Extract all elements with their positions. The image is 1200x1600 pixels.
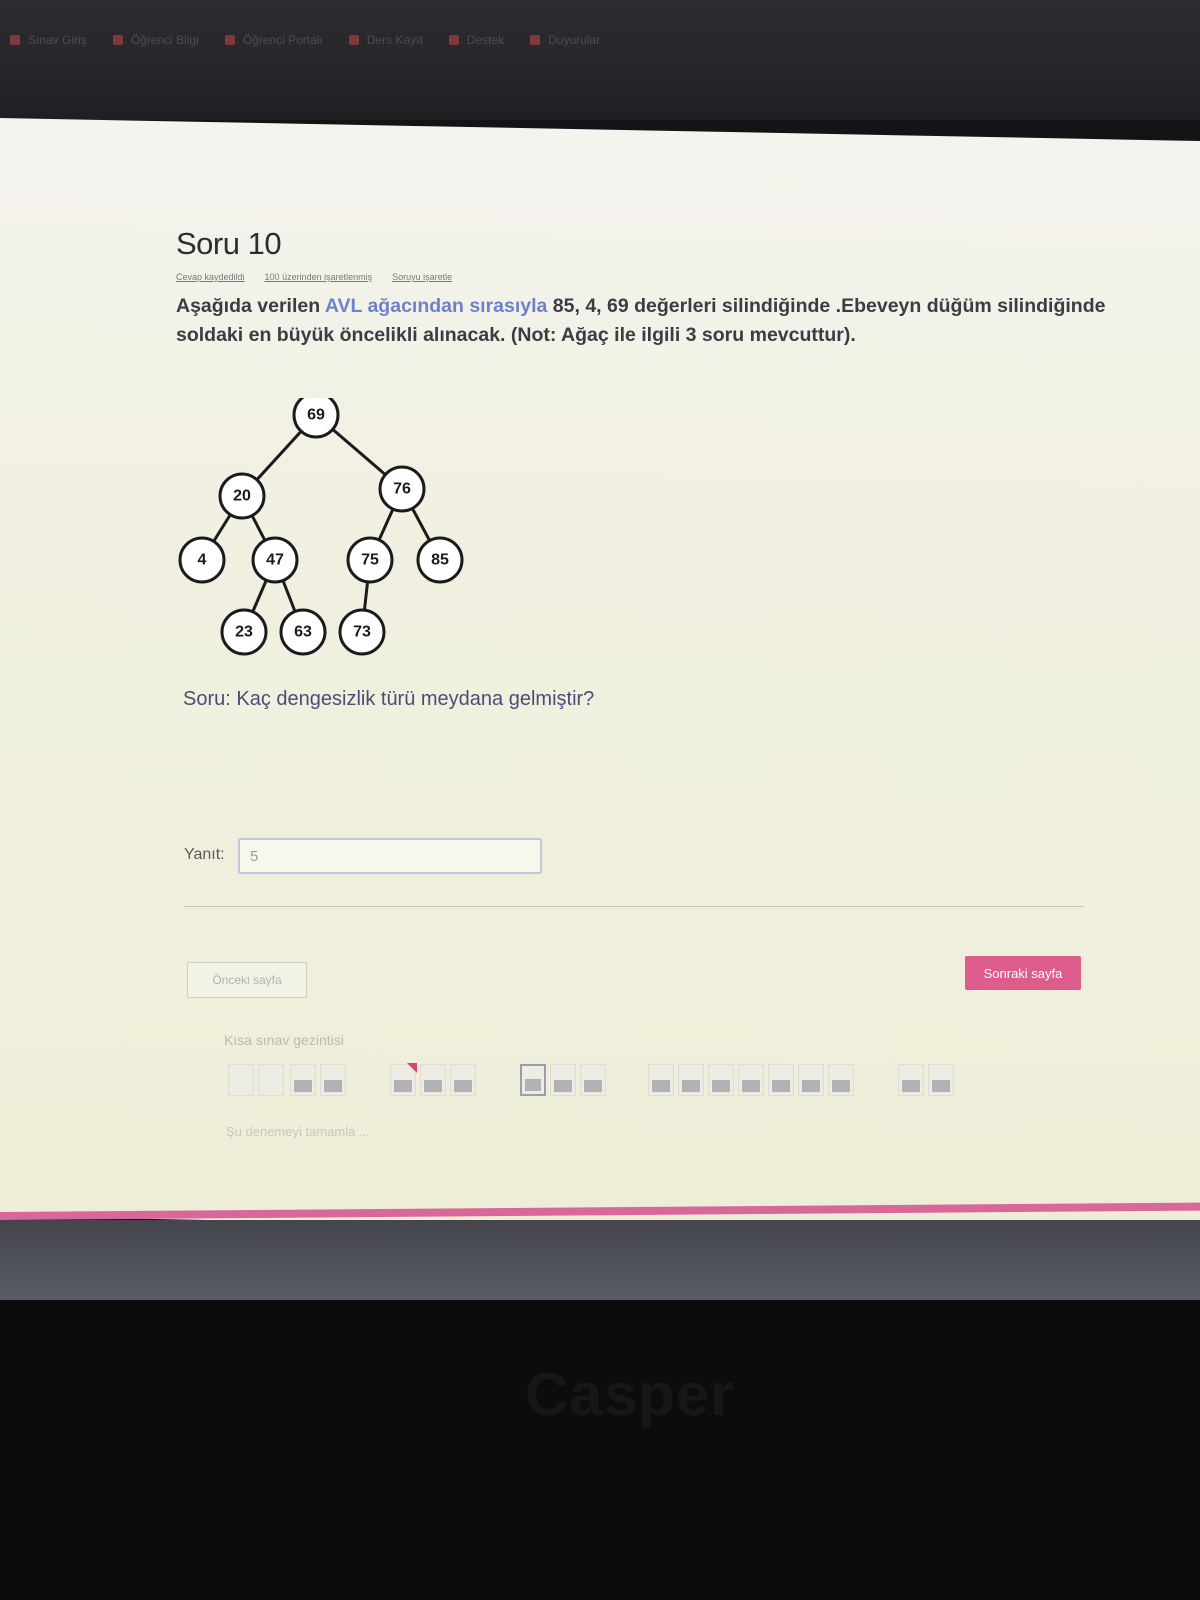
svg-text:47: 47 (266, 552, 284, 569)
nav-question-box[interactable] (390, 1063, 417, 1096)
svg-text:75: 75 (361, 552, 379, 569)
tree-node-20: 20 (218, 472, 266, 520)
taskbar-area (0, 1220, 1200, 1300)
answered-indicator (324, 1080, 342, 1092)
flag-icon (407, 1063, 417, 1073)
nav-question-box[interactable] (550, 1064, 576, 1096)
answered-indicator (932, 1080, 950, 1092)
nav-question-box[interactable] (450, 1064, 476, 1096)
bookmark-icon (448, 35, 459, 45)
bookmarks-bar: Sınav Giriş Öğrenci Bilgi Öğrenci Portal… (0, 22, 1200, 58)
svg-text:76: 76 (393, 481, 411, 498)
tree-node-75: 75 (346, 536, 394, 584)
answered-indicator (525, 1079, 541, 1091)
question-text: Aşağıda verilen AVL ağacından sırasıyla … (176, 295, 1106, 347)
laptop-brand-logo: Casper (525, 1361, 735, 1428)
answered-indicator (554, 1080, 572, 1092)
answered-indicator (424, 1080, 442, 1092)
nav-question-box[interactable] (828, 1064, 854, 1096)
question-meta: Cevap kaydedildi 100 üzerinden işaretlen… (176, 272, 1106, 282)
finish-attempt-link[interactable]: Şu denemeyi tamamla ... (226, 1124, 370, 1139)
tree-node-47: 47 (251, 536, 299, 584)
avl-tree-diagram: 69 20 76 4 47 75 85 23 63 73 (176, 391, 476, 670)
nav-question-box[interactable] (420, 1064, 446, 1096)
svg-text:63: 63 (294, 624, 312, 641)
svg-text:4: 4 (198, 552, 207, 569)
answered-indicator (652, 1080, 670, 1092)
answered-indicator (832, 1080, 850, 1092)
answered-indicator (454, 1080, 472, 1092)
avl-tree-svg: 69 20 76 4 47 75 85 23 63 73 (178, 391, 464, 656)
next-page-button[interactable]: Sonraki sayfa (965, 956, 1081, 990)
tree-node-85: 85 (416, 536, 464, 584)
sub-question: Soru: Kaç dengesizlik türü meydana gelmi… (183, 688, 595, 710)
answered-indicator (584, 1080, 602, 1092)
answered-indicator (394, 1080, 412, 1092)
previous-page-button[interactable]: Önceki sayfa (187, 962, 307, 998)
nav-question-box[interactable] (928, 1064, 954, 1096)
bookmark-item[interactable]: Duyurular (530, 33, 600, 47)
svg-text:69: 69 (307, 407, 325, 424)
tree-node-69: 69 (292, 391, 340, 439)
question-content: Soru 10 Cevap kaydedildi 100 üzerinden i… (176, 226, 1106, 351)
nav-question-box[interactable] (580, 1064, 606, 1096)
tree-node-23: 23 (220, 608, 268, 656)
bookmark-item[interactable]: Öğrenci Portalı (224, 33, 323, 47)
nav-question-box[interactable] (228, 1064, 254, 1096)
svg-text:85: 85 (431, 552, 449, 569)
bookmark-item[interactable]: Sınav Giriş (10, 33, 87, 47)
answered-indicator (772, 1080, 790, 1092)
nav-question-box[interactable] (898, 1064, 924, 1096)
nav-question-box[interactable] (798, 1064, 824, 1096)
bookmark-icon (348, 35, 359, 45)
nav-question-box-current[interactable] (520, 1064, 546, 1096)
nav-question-box[interactable] (678, 1064, 704, 1096)
answered-indicator (902, 1080, 920, 1092)
nav-question-box[interactable] (320, 1064, 346, 1096)
svg-text:23: 23 (235, 624, 253, 641)
tree-node-4: 4 (178, 536, 226, 584)
laptop-bezel (0, 1300, 1200, 1600)
svg-text:73: 73 (353, 624, 371, 641)
answered-indicator (712, 1080, 730, 1092)
quiz-navigation-title: Kısa sınav gezintisi (224, 1032, 344, 1048)
flag-question-link[interactable]: Soruyu işaretle (392, 272, 452, 282)
nav-question-box[interactable] (738, 1064, 764, 1096)
question-title: Soru 10 (176, 226, 282, 261)
svg-text:20: 20 (233, 488, 251, 505)
bookmark-item[interactable]: Öğrenci Bilgi (112, 33, 199, 47)
meta-answer-saved: Cevap kaydedildi (176, 272, 245, 282)
answer-label: Yanıt: (184, 846, 225, 863)
answer-input[interactable] (238, 838, 542, 874)
nav-question-box[interactable] (258, 1064, 284, 1096)
nav-question-box[interactable] (648, 1064, 674, 1096)
answered-indicator (682, 1080, 700, 1092)
meta-points: 100 üzerinden işaretlenmiş (264, 272, 373, 282)
browser-toolbar: Sınav Giriş Öğrenci Bilgi Öğrenci Portal… (0, 0, 1200, 120)
nav-question-box[interactable] (708, 1064, 734, 1096)
answered-indicator (294, 1080, 312, 1092)
bookmark-item[interactable]: Destek (448, 33, 504, 47)
bookmark-item[interactable]: Ders Kayıt (348, 33, 423, 47)
tree-node-76: 76 (378, 465, 426, 513)
nav-question-box[interactable] (290, 1064, 316, 1096)
bookmark-icon (112, 35, 123, 45)
bookmark-icon (530, 35, 541, 45)
answered-indicator (742, 1080, 760, 1092)
answered-indicator (802, 1080, 820, 1092)
quiz-navigation-grid (228, 1063, 968, 1100)
tree-node-63: 63 (279, 608, 327, 656)
bookmark-icon (224, 35, 235, 45)
divider (184, 906, 1084, 907)
nav-question-box[interactable] (768, 1064, 794, 1096)
bookmark-icon (10, 35, 20, 45)
tree-node-73: 73 (338, 608, 386, 656)
